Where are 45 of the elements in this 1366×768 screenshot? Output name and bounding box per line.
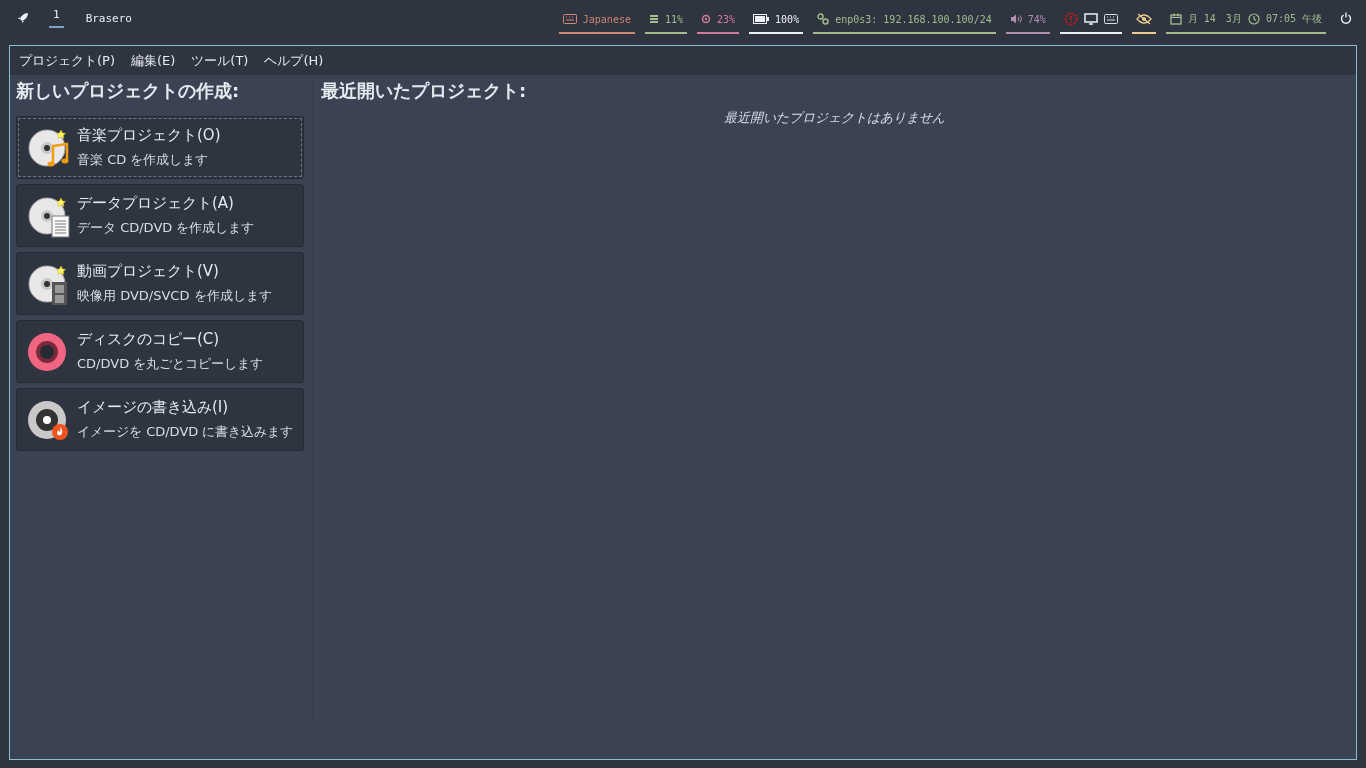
menu-item[interactable]: ツール(T) xyxy=(191,51,249,70)
project-description: 音楽 CD を作成します xyxy=(77,151,210,169)
project-description: データ CD/DVD を作成します xyxy=(77,219,255,237)
project-button[interactable]: データプロジェクト(A) データ CD/DVD を作成します xyxy=(16,184,304,247)
project-title: ディスクのコピー(C) xyxy=(77,330,221,349)
status-text: 100% xyxy=(775,13,800,25)
cpu-icon xyxy=(701,14,711,24)
menu-item[interactable]: プロジェクト(P) xyxy=(19,51,115,70)
volume-icon xyxy=(1009,14,1022,24)
project-title: 動画プロジェクト(V) xyxy=(77,262,220,281)
eye-slash-icon[interactable] xyxy=(1135,13,1152,25)
calendar-icon xyxy=(1169,13,1182,25)
project-title: イメージの書き込み(I) xyxy=(77,398,230,417)
status-text: 23% xyxy=(717,13,736,25)
power-icon[interactable] xyxy=(1340,12,1352,24)
time-text: 07:05 午後 xyxy=(1265,12,1322,26)
memory-icon xyxy=(648,14,659,24)
project-button[interactable]: 動画プロジェクト(V) 映像用 DVD/SVCD を作成します xyxy=(16,252,304,315)
link-icon xyxy=(817,13,830,25)
project-description: イメージを CD/DVD に書き込みます xyxy=(77,423,294,441)
project-button[interactable]: イメージの書き込み(I) イメージを CD/DVD に書き込みます xyxy=(16,388,304,451)
menu-item[interactable]: ヘルプ(H) xyxy=(264,51,324,70)
project-description: 映像用 DVD/SVCD を作成します xyxy=(77,287,272,305)
status-text: Japanese xyxy=(582,13,631,25)
empty-message: 最近開いたプロジェクトはありません xyxy=(723,109,946,127)
clock-icon xyxy=(1247,13,1260,25)
project-title: 音楽プロジェクト(O) xyxy=(77,126,221,145)
section-heading: 最近開いたプロジェクト: xyxy=(321,79,528,103)
rocket-icon[interactable] xyxy=(17,12,29,24)
project-button[interactable]: ディスクのコピー(C) CD/DVD を丸ごとコピーします xyxy=(16,320,304,383)
date-text: 月 14 3月 xyxy=(1187,12,1242,26)
keyboard-icon[interactable] xyxy=(1103,14,1118,24)
workspace-tab[interactable]: 1 xyxy=(49,8,64,28)
project-title: データプロジェクト(A) xyxy=(77,194,235,213)
battery-icon xyxy=(753,14,770,24)
status-text: 11% xyxy=(664,13,683,25)
menu-item[interactable]: 編集(E) xyxy=(131,51,176,70)
section-heading: 新しいプロジェクトの作成: xyxy=(16,79,241,103)
status-text: enp0s3: 192.168.100.100/24 xyxy=(835,13,992,25)
window-title: Brasero xyxy=(85,11,132,25)
keyboard-icon xyxy=(562,14,577,24)
project-button[interactable]: 音楽プロジェクト(O) 音楽 CD を作成します xyxy=(16,116,304,179)
monitor-icon[interactable] xyxy=(1083,13,1098,25)
status-text: 74% xyxy=(1027,13,1046,25)
project-description: CD/DVD を丸ごとコピーします xyxy=(77,355,264,373)
